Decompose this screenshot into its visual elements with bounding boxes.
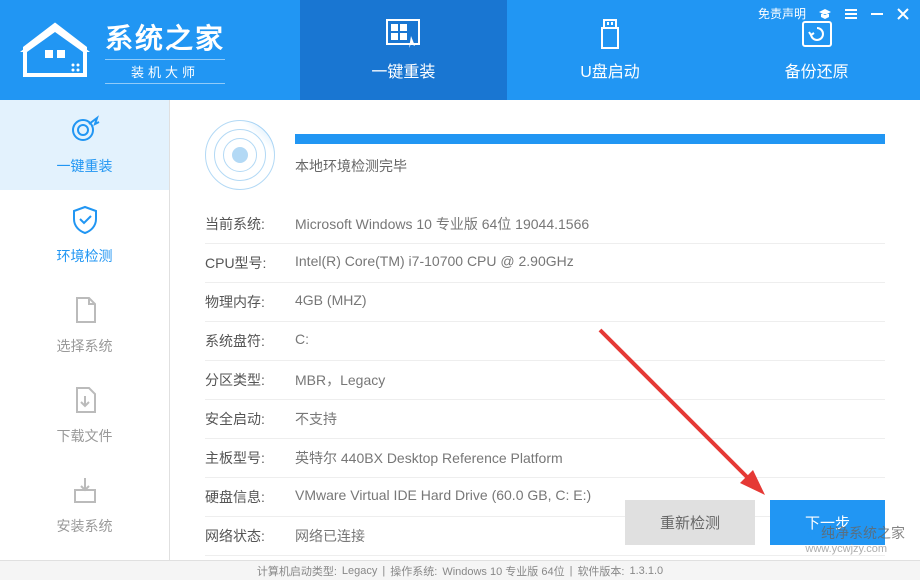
info-row-memory: 物理内存:4GB (MHZ): [205, 283, 885, 322]
sidebar-item-reinstall[interactable]: 一键重装: [0, 100, 169, 190]
tab-usb-boot[interactable]: U盘启动: [507, 0, 714, 100]
tab-label: 一键重装: [371, 58, 435, 82]
header: 系统之家 装机大师 一键重装 U盘启动: [0, 0, 920, 100]
sidebar-item-label: 选择系统: [57, 336, 113, 356]
info-row-drive: 系统盘符:C:: [205, 322, 885, 361]
sidebar-item-label: 环境检测: [57, 246, 113, 266]
footer-sw-label: 软件版本:: [577, 563, 624, 579]
brand-logo-area: 系统之家 装机大师: [0, 17, 300, 84]
watermark-url: www.ycwjzy.com: [805, 543, 905, 555]
info-row-os: 当前系统:Microsoft Windows 10 专业版 64位 19044.…: [205, 205, 885, 244]
footer: 计算机启动类型: Legacy | 操作系统: Windows 10 专业版 6…: [0, 560, 920, 580]
window-controls: 免责声明: [758, 5, 910, 22]
close-icon[interactable]: [896, 7, 910, 21]
sidebar-item-label: 安装系统: [57, 516, 113, 536]
info-row-partition: 分区类型:MBR，Legacy: [205, 361, 885, 400]
watermark-text: 纯净系统之家: [821, 525, 905, 541]
graduation-icon[interactable]: [818, 7, 832, 21]
footer-os-value: Windows 10 专业版 64位: [442, 563, 564, 579]
install-icon: [69, 474, 101, 506]
scan-status-text: 本地环境检测完毕: [295, 156, 885, 176]
info-row-motherboard: 主板型号:英特尔 440BX Desktop Reference Platfor…: [205, 439, 885, 478]
tab-label: U盘启动: [580, 58, 640, 82]
info-row-secureboot: 安全启动:不支持: [205, 400, 885, 439]
sidebar: 一键重装 环境检测 选择系统 下载文件: [0, 100, 170, 560]
progress-bar: [295, 134, 885, 144]
tab-reinstall[interactable]: 一键重装: [300, 0, 507, 100]
footer-boot-value: Legacy: [342, 565, 377, 577]
disclaimer-link[interactable]: 免责声明: [758, 5, 806, 22]
footer-os-label: 操作系统:: [390, 563, 437, 579]
minimize-icon[interactable]: [870, 7, 884, 21]
usb-icon: [590, 18, 630, 50]
sidebar-item-install[interactable]: 安装系统: [0, 460, 169, 550]
watermark: ✦ 纯净系统之家 www.ycwjzy.com: [805, 523, 905, 555]
sidebar-item-label: 一键重装: [57, 156, 113, 176]
target-arrow-icon: [69, 114, 101, 146]
footer-sw-value: 1.3.1.0: [630, 565, 664, 577]
sidebar-item-download[interactable]: 下载文件: [0, 370, 169, 460]
tab-label: 备份还原: [785, 58, 849, 82]
scan-header: 本地环境检测完毕: [205, 120, 885, 190]
download-icon: [69, 384, 101, 416]
shield-check-icon: [69, 204, 101, 236]
info-row-cpu: CPU型号:Intel(R) Core(TM) i7-10700 CPU @ 2…: [205, 244, 885, 283]
brand-subtitle: 装机大师: [105, 59, 225, 84]
menu-icon[interactable]: [844, 7, 858, 21]
document-icon: [69, 294, 101, 326]
house-logo-icon: [15, 20, 95, 80]
sidebar-item-env-check[interactable]: 环境检测: [0, 190, 169, 280]
sidebar-item-select-sys[interactable]: 选择系统: [0, 280, 169, 370]
brand-title: 系统之家: [105, 17, 225, 57]
footer-boot-label: 计算机启动类型:: [257, 563, 337, 579]
radar-icon: [205, 120, 275, 190]
windows-click-icon: [383, 18, 423, 50]
sidebar-item-label: 下载文件: [57, 426, 113, 446]
body-area: 一键重装 环境检测 选择系统 下载文件: [0, 100, 920, 560]
content: 本地环境检测完毕 当前系统:Microsoft Windows 10 专业版 6…: [170, 100, 920, 560]
recheck-button[interactable]: 重新检测: [625, 500, 755, 545]
restore-icon: [797, 18, 837, 50]
